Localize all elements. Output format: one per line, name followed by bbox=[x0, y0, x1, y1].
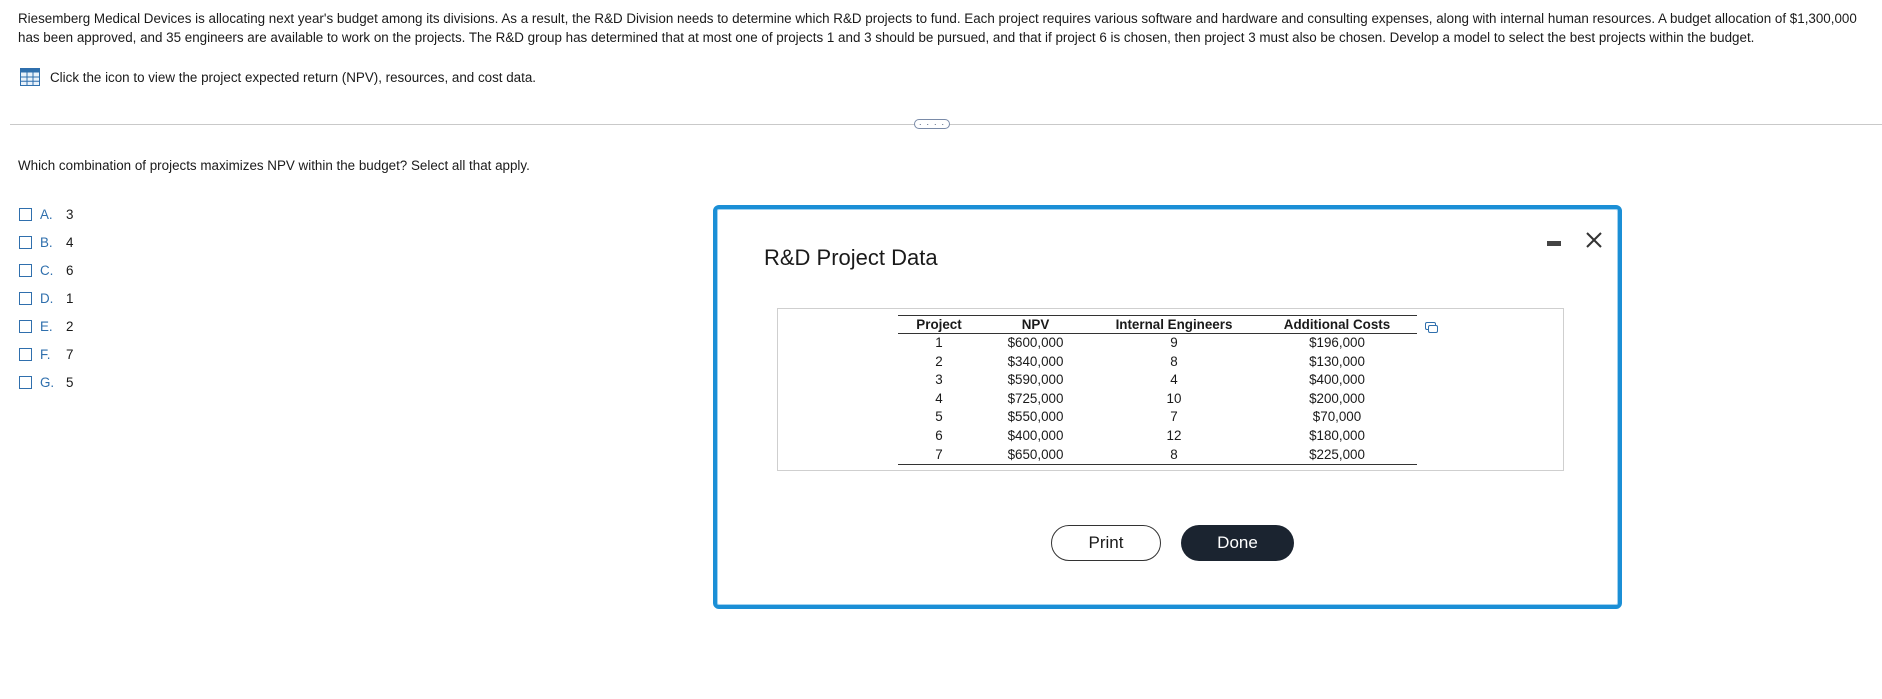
data-link-text[interactable]: Click the icon to view the project expec… bbox=[50, 70, 536, 85]
cell-npv: $400,000 bbox=[1007, 427, 1064, 443]
cell-costs: $70,000 bbox=[1312, 409, 1362, 425]
option-value: 1 bbox=[66, 290, 74, 306]
option-c[interactable]: C. 6 bbox=[19, 256, 73, 284]
col-header-project: Project bbox=[898, 315, 980, 334]
cell-costs: $196,000 bbox=[1309, 335, 1365, 350]
cell-costs: $400,000 bbox=[1309, 372, 1365, 388]
option-value: 3 bbox=[66, 206, 74, 222]
cell-engineers: 7 bbox=[1170, 409, 1178, 425]
cell-project: 2 bbox=[935, 353, 943, 369]
checkbox[interactable] bbox=[19, 235, 32, 249]
cell-engineers: 4 bbox=[1170, 372, 1178, 388]
option-letter: G. bbox=[40, 374, 55, 390]
cell-npv: $600,000 bbox=[1007, 335, 1064, 350]
table-row: 2 $340,000 8 $130,000 bbox=[898, 353, 1417, 372]
copy-to-spreadsheet-icon[interactable] bbox=[1425, 320, 1438, 333]
table-row: 5 $550,000 7 $70,000 bbox=[898, 408, 1417, 427]
table-row: 3 $590,000 4 $400,000 bbox=[898, 371, 1417, 390]
table-row: 4 $725,000 10 $200,000 bbox=[898, 390, 1417, 409]
cell-npv: $650,000 bbox=[980, 445, 1091, 466]
option-value: 4 bbox=[66, 234, 74, 250]
option-letter: C. bbox=[40, 262, 54, 278]
table-header-row: Project NPV Internal Engineers Additiona… bbox=[898, 315, 1417, 334]
col-header-engineers: Internal Engineers bbox=[1091, 315, 1257, 334]
col-header-npv: NPV bbox=[980, 315, 1091, 334]
cell-project: 6 bbox=[935, 427, 943, 443]
option-value: 5 bbox=[66, 374, 74, 390]
dialog-title: R&D Project Data bbox=[764, 245, 938, 270]
cell-engineers: 10 bbox=[1166, 390, 1182, 406]
option-d[interactable]: D. 1 bbox=[19, 284, 73, 312]
cell-project: 1 bbox=[935, 335, 943, 350]
print-button[interactable]: Print bbox=[1051, 525, 1161, 561]
option-g[interactable]: G. 5 bbox=[19, 368, 73, 396]
option-a[interactable]: A. 3 bbox=[19, 200, 73, 228]
col-header-costs: Additional Costs bbox=[1257, 315, 1417, 334]
table-icon[interactable] bbox=[20, 68, 40, 86]
cell-project: 5 bbox=[935, 409, 943, 425]
cell-costs: $130,000 bbox=[1309, 353, 1365, 369]
cell-costs: $200,000 bbox=[1309, 390, 1365, 406]
cell-engineers: 9 bbox=[1170, 335, 1178, 350]
table-row: 6 $400,000 12 $180,000 bbox=[898, 427, 1417, 446]
option-letter: E. bbox=[40, 318, 53, 334]
cell-costs: $225,000 bbox=[1257, 445, 1417, 466]
option-b[interactable]: B. 4 bbox=[19, 228, 73, 256]
option-e[interactable]: E. 2 bbox=[19, 312, 73, 340]
option-letter: F. bbox=[40, 346, 51, 362]
checkbox[interactable] bbox=[19, 263, 32, 277]
cell-npv: $590,000 bbox=[1007, 372, 1064, 388]
checkbox[interactable] bbox=[19, 319, 32, 333]
option-value: 7 bbox=[66, 346, 74, 362]
option-letter: A. bbox=[40, 206, 53, 222]
checkbox[interactable] bbox=[19, 347, 32, 361]
checkbox[interactable] bbox=[19, 291, 32, 305]
table-row: 1 $600,000 9 $196,000 bbox=[898, 334, 1417, 353]
answer-options: A. 3 B. 4 C. 6 D. 1 E. 2 F. 7 G. 5 bbox=[19, 200, 73, 396]
expand-more-button[interactable]: · · · · bbox=[914, 119, 950, 129]
cell-costs: $180,000 bbox=[1309, 427, 1365, 443]
project-data-dialog: R&D Project Data Project NPV Internal En… bbox=[713, 205, 1622, 609]
option-letter: D. bbox=[40, 290, 54, 306]
minimize-icon[interactable] bbox=[1547, 241, 1561, 246]
cell-engineers: 8 bbox=[1091, 445, 1257, 466]
cell-project: 7 bbox=[898, 445, 980, 466]
option-f[interactable]: F. 7 bbox=[19, 340, 73, 368]
cell-npv: $550,000 bbox=[1007, 409, 1064, 425]
option-letter: B. bbox=[40, 234, 53, 250]
close-icon[interactable] bbox=[1583, 229, 1605, 251]
option-value: 6 bbox=[66, 262, 74, 278]
checkbox[interactable] bbox=[19, 207, 32, 221]
cell-npv: $340,000 bbox=[1007, 353, 1064, 369]
problem-statement: Riesemberg Medical Devices is allocating… bbox=[18, 11, 1857, 45]
cell-engineers: 8 bbox=[1170, 353, 1178, 369]
option-value: 2 bbox=[66, 318, 74, 334]
cell-project: 4 bbox=[935, 390, 943, 406]
cell-project: 3 bbox=[935, 372, 943, 388]
checkbox[interactable] bbox=[19, 375, 32, 389]
project-data-table: Project NPV Internal Engineers Additiona… bbox=[898, 315, 1417, 466]
done-button[interactable]: Done bbox=[1181, 525, 1294, 561]
cell-npv: $725,000 bbox=[1007, 390, 1064, 406]
question-text: Which combination of projects maximizes … bbox=[18, 158, 530, 173]
table-frame: Project NPV Internal Engineers Additiona… bbox=[777, 308, 1564, 471]
data-table-link[interactable]: Click the icon to view the project expec… bbox=[20, 68, 536, 86]
cell-engineers: 12 bbox=[1166, 427, 1182, 443]
table-row: 7 $650,000 8 $225,000 bbox=[898, 445, 1417, 466]
